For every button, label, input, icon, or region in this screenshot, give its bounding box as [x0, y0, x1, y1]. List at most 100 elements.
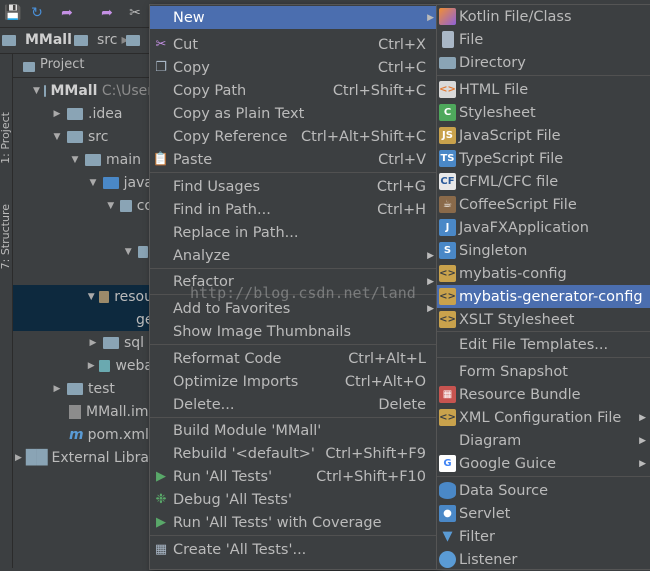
module-file-icon: [69, 404, 81, 419]
singleton-icon: S: [439, 242, 456, 259]
submenu-item-typescript-file[interactable]: TS TypeScript File: [437, 147, 650, 170]
submenu-item-filter[interactable]: ▼ Filter: [437, 525, 650, 548]
submenu-arrow-icon: ▶: [639, 435, 646, 446]
menu-item-optimize-imports[interactable]: Optimize Imports Ctrl+Alt+O: [150, 370, 436, 393]
folder-icon: [103, 336, 119, 349]
tree-node-main[interactable]: ▼ main: [13, 148, 153, 171]
submenu-item-mybatis-generator-config[interactable]: <> mybatis-generator-config: [437, 285, 650, 308]
back-icon[interactable]: ➦: [58, 4, 76, 22]
xml-file-icon: <>: [439, 409, 456, 426]
breadcrumb-item-src[interactable]: src ▸: [74, 32, 128, 48]
tree-node-idea[interactable]: ▶ .idea: [13, 102, 153, 125]
tool-window-strip: 1: Project 7: Structure: [0, 54, 13, 568]
menu-item-add-to-favorites[interactable]: Add to Favorites ▶: [150, 297, 436, 320]
tree-node-sql[interactable]: ▶ sql: [13, 331, 153, 354]
submenu-item-diagram[interactable]: Diagram ▶: [437, 429, 650, 452]
folder-icon: [85, 153, 101, 166]
submenu-item-xslt-stylesheet[interactable]: <> XSLT Stylesheet: [437, 308, 650, 331]
menu-item-copy[interactable]: ❐ Copy Ctrl+C: [150, 56, 436, 79]
folder-icon: [439, 56, 456, 69]
tree-node-subpackage[interactable]: ▼: [13, 240, 153, 263]
menu-item-delete[interactable]: Delete... Delete: [150, 393, 436, 416]
tree-node-package[interactable]: ▼ co: [13, 194, 153, 217]
menu-item-show-thumbnails[interactable]: Show Image Thumbnails: [150, 320, 436, 343]
resource-bundle-icon: ▦: [439, 386, 456, 403]
database-icon: [439, 482, 456, 499]
menu-item-rebuild[interactable]: Rebuild '<default>' Ctrl+Shift+F9: [150, 442, 436, 465]
submenu-item-cfml-file[interactable]: CF CFML/CFC file: [437, 170, 650, 193]
folder-icon: [43, 84, 46, 97]
package-icon: [137, 245, 148, 258]
submenu-item-singleton[interactable]: S Singleton: [437, 239, 650, 262]
save-icon[interactable]: 💾: [4, 4, 22, 22]
menu-item-copy-reference[interactable]: Copy Reference Ctrl+Alt+Shift+C: [150, 125, 436, 148]
folder-icon: [67, 107, 83, 120]
submenu-arrow-icon: ▶: [427, 303, 434, 314]
submenu-item-html-file[interactable]: <> HTML File: [437, 78, 650, 101]
menu-item-debug-tests[interactable]: ❉ Debug 'All Tests': [150, 488, 436, 511]
javafx-icon: J: [439, 219, 456, 236]
servlet-icon: ●: [439, 505, 456, 522]
menu-item-refactor[interactable]: Refactor ▶: [150, 270, 436, 293]
tree-node-java[interactable]: ▼ java: [13, 171, 153, 194]
sync-icon[interactable]: ↻: [28, 4, 46, 22]
menu-item-new[interactable]: New ▶: [150, 6, 436, 29]
submenu-arrow-icon: ▶: [427, 250, 434, 261]
typescript-file-icon: TS: [439, 150, 456, 167]
menu-item-analyze[interactable]: Analyze ▶: [150, 244, 436, 267]
tree-node-src[interactable]: ▼ src: [13, 125, 153, 148]
listener-icon: [439, 551, 456, 568]
tree-node-resources[interactable]: ▼ resou: [13, 285, 153, 308]
menu-item-run-tests[interactable]: ▶ Run 'All Tests' Ctrl+Shift+F10: [150, 465, 436, 488]
menu-item-copy-plain-text[interactable]: Copy as Plain Text: [150, 102, 436, 125]
package-icon: [120, 199, 132, 212]
menu-item-build-module[interactable]: Build Module 'MMall': [150, 419, 436, 442]
tree-node-external-libraries[interactable]: ▶ ██ External Librar: [13, 446, 155, 469]
submenu-item-javascript-file[interactable]: JS JavaScript File: [437, 124, 650, 147]
menu-item-find-usages[interactable]: Find Usages Ctrl+G: [150, 175, 436, 198]
submenu-item-data-source[interactable]: Data Source: [437, 479, 650, 502]
submenu-item-kotlin-file[interactable]: Kotlin File/Class: [437, 5, 650, 28]
submenu-item-coffeescript-file[interactable]: ☕ CoffeeScript File: [437, 193, 650, 216]
menu-item-run-with-coverage[interactable]: ▶ Run 'All Tests' with Coverage: [150, 511, 436, 534]
filter-icon: ▼: [442, 529, 453, 544]
tree-node-generator-file[interactable]: ge: [13, 308, 154, 331]
menu-item-cut[interactable]: ✂ Cut Ctrl+X: [150, 33, 436, 56]
resources-folder-icon: [99, 290, 110, 303]
tab-structure[interactable]: 7: Structure: [0, 204, 13, 269]
forward-icon[interactable]: ➦: [98, 4, 116, 22]
tree-node-pom[interactable]: m pom.xml: [13, 423, 153, 446]
submenu-item-directory[interactable]: Directory: [437, 51, 650, 74]
tab-project[interactable]: 1: Project: [0, 112, 13, 164]
tree-node-iml[interactable]: MMall.iml: [13, 400, 153, 423]
cut-icon[interactable]: ✂: [126, 4, 144, 22]
submenu-item-edit-file-templates[interactable]: Edit File Templates...: [437, 333, 650, 356]
menu-item-replace-in-path[interactable]: Replace in Path...: [150, 221, 436, 244]
submenu-item-file[interactable]: File: [437, 28, 650, 51]
debug-icon: ❉: [155, 492, 167, 507]
menu-item-paste[interactable]: 📋 Paste Ctrl+V: [150, 148, 436, 171]
submenu-item-form-snapshot[interactable]: Form Snapshot: [437, 360, 650, 383]
submenu-item-google-guice[interactable]: G Google Guice ▶: [437, 452, 650, 475]
tree-node-webapp[interactable]: ▶ weba: [13, 354, 153, 377]
xslt-icon: <>: [439, 311, 456, 328]
xml-config-icon: <>: [439, 288, 456, 305]
tree-node-test[interactable]: ▶ test: [13, 377, 153, 400]
menu-separator: [150, 268, 436, 269]
submenu-item-servlet[interactable]: ● Servlet: [437, 502, 650, 525]
submenu-item-resource-bundle[interactable]: ▦ Resource Bundle: [437, 383, 650, 406]
tree-node-project-root[interactable]: ▼ MMall C:\User: [13, 79, 153, 102]
menu-separator: [437, 331, 650, 332]
guice-icon: G: [439, 455, 456, 472]
menu-item-create-tests[interactable]: ▦ Create 'All Tests'...: [150, 538, 436, 561]
coverage-icon: ▶: [156, 515, 166, 530]
menu-item-copy-path[interactable]: Copy Path Ctrl+Shift+C: [150, 79, 436, 102]
menu-item-find-in-path[interactable]: Find in Path... Ctrl+H: [150, 198, 436, 221]
submenu-item-stylesheet[interactable]: C Stylesheet: [437, 101, 650, 124]
submenu-item-javafx-application[interactable]: J JavaFXApplication: [437, 216, 650, 239]
breadcrumb-item-project[interactable]: MMall▸: [2, 32, 83, 48]
submenu-item-mybatis-config[interactable]: <> mybatis-config: [437, 262, 650, 285]
submenu-item-xml-configuration-file[interactable]: <> XML Configuration File ▶: [437, 406, 650, 429]
copy-icon: ❐: [155, 60, 167, 75]
menu-item-reformat-code[interactable]: Reformat Code Ctrl+Alt+L: [150, 347, 436, 370]
